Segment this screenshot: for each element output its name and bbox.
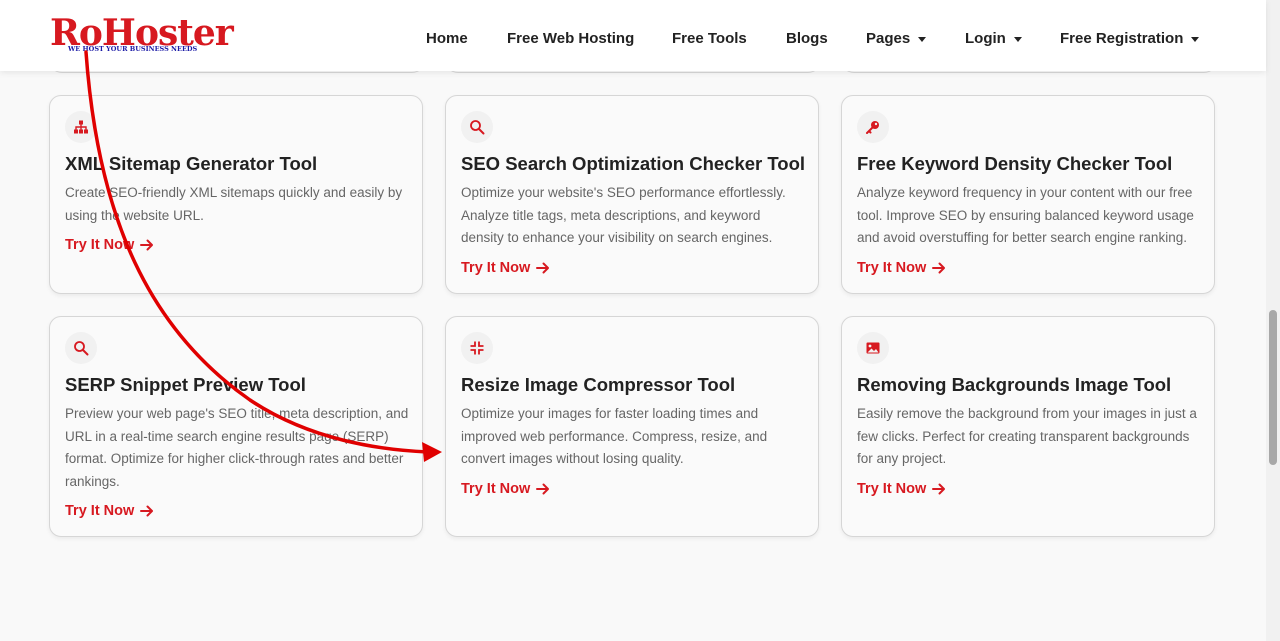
try-it-now-link[interactable]: Try It Now (857, 260, 946, 276)
caret-down-icon (918, 36, 927, 42)
tool-card-background-remover: Removing Backgrounds Image Tool Easily r… (841, 316, 1215, 537)
nav-blogs[interactable]: Blogs (786, 30, 828, 47)
card-description: Preview your web page's SEO title, meta … (65, 406, 409, 489)
link-label: Try It Now (857, 481, 927, 497)
nav-free-tools[interactable]: Free Tools (672, 30, 747, 47)
arrow-right-icon (140, 505, 154, 517)
scrollbar-thumb[interactable] (1269, 310, 1277, 465)
card-title: SEO Search Optimization Checker Tool (461, 153, 806, 174)
site-logo[interactable]: RoHoster WE HOST YOUR BUSINESS NEEDS (50, 14, 234, 56)
arrow-right-icon (536, 262, 550, 274)
link-label: Try It Now (65, 503, 135, 519)
tool-card-keyword-density: Free Keyword Density Checker Tool Analyz… (841, 95, 1215, 294)
card-description: Create SEO-friendly XML sitemaps quickly… (65, 185, 403, 223)
compress-icon (461, 332, 493, 364)
nav-login-dropdown[interactable]: Login (965, 30, 1022, 47)
nav-login-label: Login (965, 30, 1006, 47)
tool-card-seo-checker: SEO Search Optimization Checker Tool Opt… (445, 95, 819, 294)
arrow-right-icon (932, 262, 946, 274)
link-label: Try It Now (461, 260, 531, 276)
card-title: Resize Image Compressor Tool (461, 374, 736, 395)
caret-down-icon (1013, 36, 1022, 42)
card-description: Optimize your website's SEO performance … (461, 185, 786, 245)
tool-card-image-compressor: Resize Image Compressor Tool Optimize yo… (445, 316, 819, 537)
vertical-scrollbar[interactable] (1266, 0, 1280, 641)
nav-pages-dropdown[interactable]: Pages (866, 30, 927, 47)
arrow-right-icon (932, 483, 946, 495)
card-title: SERP Snippet Preview Tool (65, 374, 306, 395)
try-it-now-link[interactable]: Try It Now (65, 503, 154, 519)
try-it-now-link[interactable]: Try It Now (461, 260, 550, 276)
card-description: Analyze keyword frequency in your conten… (857, 185, 1194, 245)
nav-free-registration-label: Free Registration (1060, 30, 1184, 47)
card-title: XML Sitemap Generator Tool (65, 153, 318, 174)
tool-card-xml-sitemap: XML Sitemap Generator Tool Create SEO-fr… (49, 95, 423, 294)
tool-card-serp-preview: SERP Snippet Preview Tool Preview your w… (49, 316, 423, 537)
arrow-right-icon (536, 483, 550, 495)
try-it-now-link[interactable]: Try It Now (857, 481, 946, 497)
try-it-now-link[interactable]: Try It Now (461, 481, 550, 497)
link-label: Try It Now (461, 481, 531, 497)
image-icon (857, 332, 889, 364)
card-description: Easily remove the background from your i… (857, 406, 1197, 466)
link-label: Try It Now (857, 260, 927, 276)
arrow-right-icon (140, 239, 154, 251)
nav-free-web-hosting[interactable]: Free Web Hosting (507, 30, 634, 47)
nav-pages-label: Pages (866, 30, 911, 47)
card-description: Optimize your images for faster loading … (461, 406, 768, 466)
try-it-now-link[interactable]: Try It Now (65, 237, 154, 253)
card-title: Free Keyword Density Checker Tool (857, 153, 1173, 174)
card-title: Removing Backgrounds Image Tool (857, 374, 1172, 395)
caret-down-icon (1191, 36, 1200, 42)
key-icon (857, 111, 889, 143)
nav-home[interactable]: Home (426, 30, 468, 47)
sitemap-icon (65, 111, 97, 143)
logo-tagline: WE HOST YOUR BUSINESS NEEDS (68, 45, 198, 53)
nav-free-registration-dropdown[interactable]: Free Registration (1060, 30, 1200, 47)
link-label: Try It Now (65, 237, 135, 253)
search-icon (461, 111, 493, 143)
search-icon (65, 332, 97, 364)
navbar: RoHoster WE HOST YOUR BUSINESS NEEDS Hom… (0, 0, 1266, 71)
